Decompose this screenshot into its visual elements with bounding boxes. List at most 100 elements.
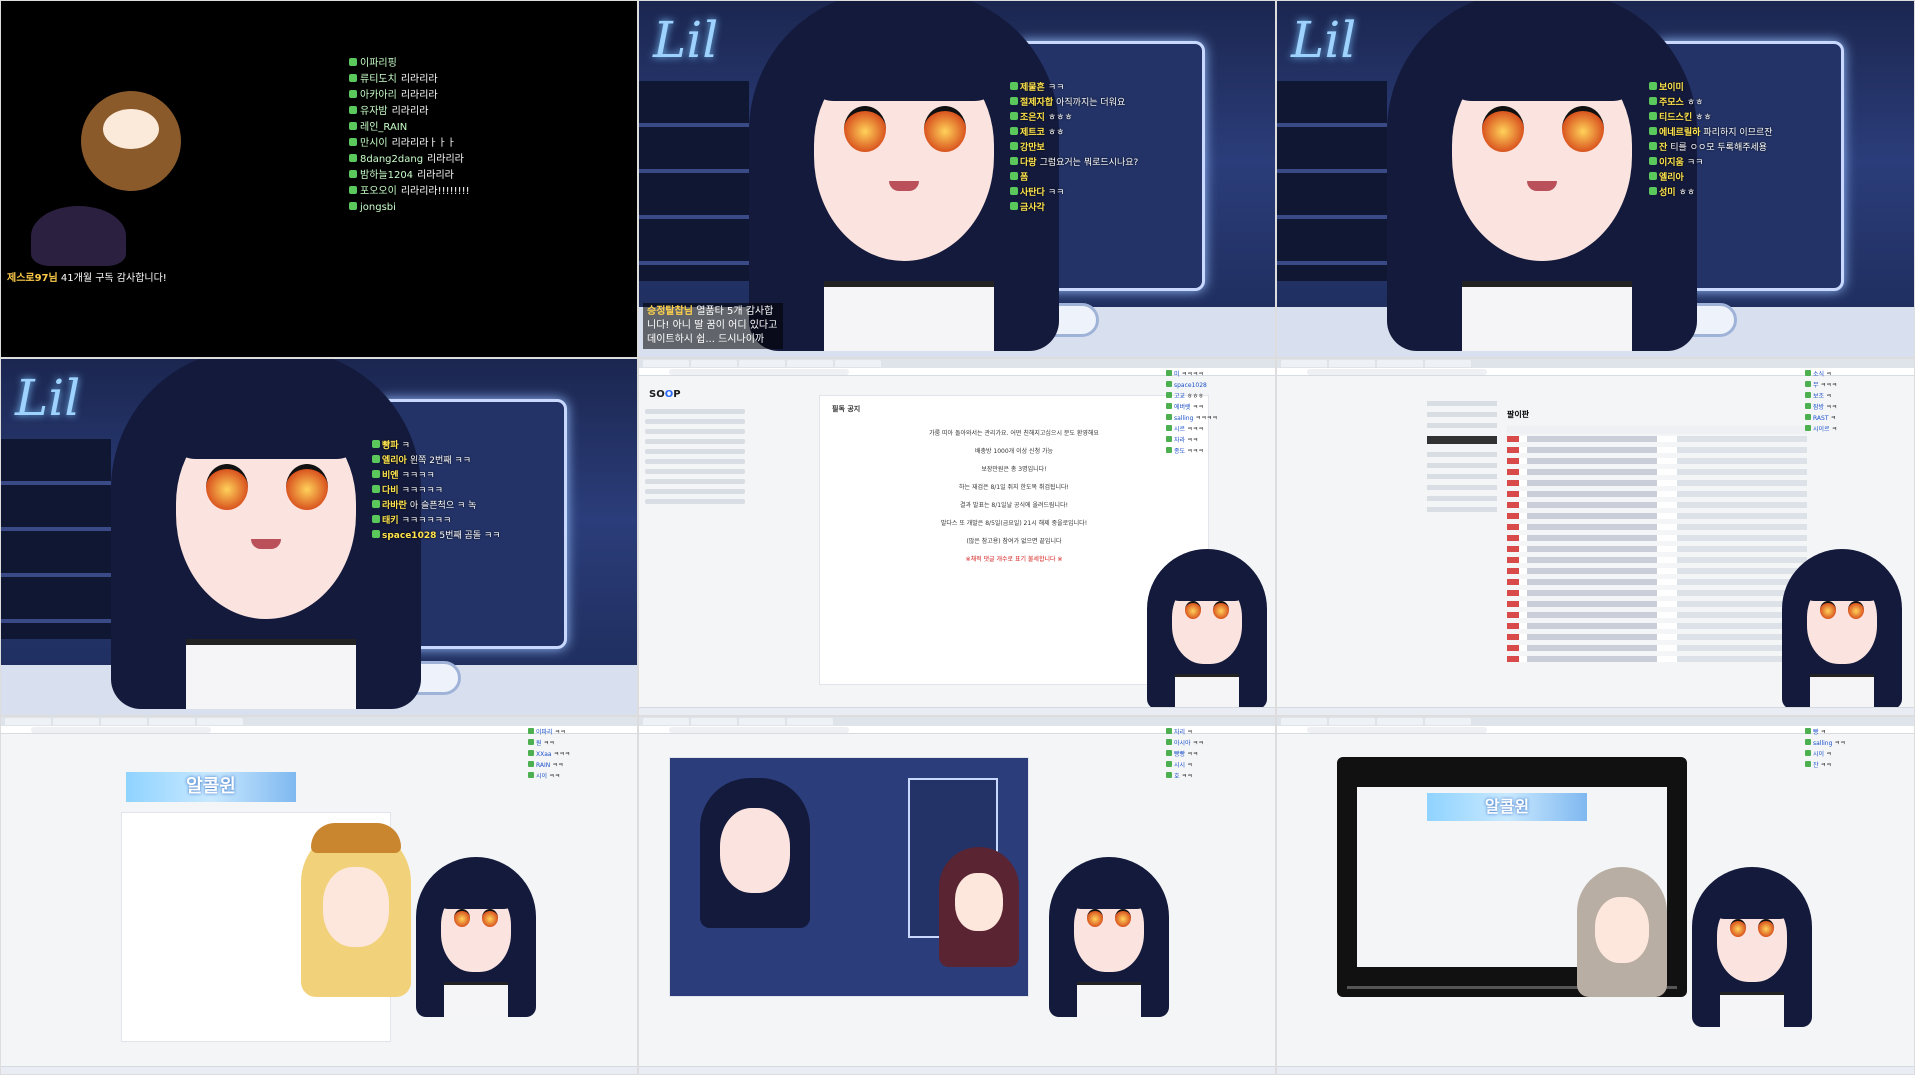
chat-text: ㅋㅋ [1834,740,1846,747]
chat-username[interactable]: 아카아리 [360,90,397,101]
chat-username[interactable]: 만시이 [360,138,388,149]
chat-username[interactable]: 태키 [382,516,399,526]
chat-message: 원 ㅋㅋ [528,738,633,749]
chat-username[interactable]: 포오오이 [360,186,397,197]
chat-username[interactable]: 주모스 [1659,98,1684,108]
chat-username[interactable]: 보이미 [1659,83,1684,93]
notice-line: 결과 발표는 8/1일날 공식에 올려드림니다! [959,502,1068,509]
chat-message: 류티도치 리라리라 [349,72,579,88]
chat-username[interactable]: 보조 [1813,393,1824,400]
chat-username[interactable]: 절제자합 [1020,98,1053,108]
chat-panel: 미 ㅋㅋㅋㅋ space1028 고교 ㅎㅎㅎ 에버렛 ㅋㅋ salling ㅋㅋㅋㅋ 시르 ㅋㅋㅋ… [1166,369,1271,457]
chat-username[interactable]: 자리 [1174,729,1185,736]
tile-8-browser-vod: 자리 ㅋ 아시아 ㅋㅋ 빵빵 ㅋㅋ 시시 ㅋ 호 ㅋㅋ [638,716,1276,1075]
chat-username[interactable]: 이지움 [1659,158,1684,168]
user-badge-icon [349,170,357,178]
chat-username[interactable]: 사탄다 [1020,188,1045,198]
chat-message: RAST ㅋ [1805,413,1910,424]
chat-username[interactable]: 엘리아 [1659,173,1684,183]
chat-username[interactable]: 시이 [1813,751,1824,758]
chat-text: ㅋ [1830,415,1837,422]
chat-message: 다랑 그럼요거는 뭐로드시나요? [1010,156,1180,171]
chat-username[interactable]: 무 [1813,382,1819,389]
chat-text: ㅋㅋㅋ [1187,426,1204,433]
chat-username[interactable]: 시르 [1174,426,1185,433]
chat-username[interactable]: 티드스킨 [1659,113,1692,123]
chat-text: ㅎㅎ [1695,113,1712,123]
user-badge-icon [528,728,534,734]
chat-username[interactable]: 이파리핑 [360,58,397,69]
browser-tabs[interactable] [639,359,1275,368]
chat-username[interactable]: 다랑 [1020,158,1037,168]
chat-text: ㅋㅋ [552,762,564,769]
chat-username[interactable]: 강만보 [1020,143,1045,153]
site-logo[interactable]: SOOP [649,389,681,400]
chat-text: ㅋㅋ [1047,83,1065,93]
chat-message: 엘리아 왼쪽 2번째 ㅋㅋ [372,454,542,469]
browser-tabs[interactable] [1277,359,1914,368]
chat-username[interactable]: 비엔 [382,471,399,481]
chat-username[interactable]: RAIN [536,762,550,769]
chat-username[interactable]: 제물흔 [1020,83,1045,93]
chat-username[interactable]: RAST [1813,415,1829,422]
chat-username[interactable]: 폼 [1020,173,1028,183]
chat-username[interactable]: salling [1813,740,1832,747]
chat-username[interactable]: 이파리 [536,729,553,736]
chat-text: ㅋ [1826,393,1832,400]
chat-username[interactable]: 아시아 [1174,740,1191,747]
chat-username[interactable]: 에버렛 [1174,404,1191,411]
browser-tabs[interactable] [1277,717,1914,726]
chat-username[interactable]: 호 [1174,773,1180,780]
chat-username[interactable]: salling [1174,415,1193,422]
chat-username[interactable]: 금사각 [1020,203,1045,213]
chat-text: ㅋㅋㅋ [1820,382,1838,389]
chat-username[interactable]: 레인_RAIN [360,122,407,133]
user-badge-icon [1166,381,1172,387]
chat-username[interactable]: jongsbi [360,202,396,213]
chat-message: 빵파 ㅋ [372,439,542,454]
chat-username[interactable]: 잔 [1659,143,1667,153]
chat-username[interactable]: 다비 [382,486,399,496]
chat-username[interactable]: XXaa [536,751,552,758]
chat-username[interactable]: 잠방 [1813,404,1824,411]
chat-username[interactable]: 유자밤 [360,106,388,117]
chat-message: 밤하늘1204 리라리라 [349,168,579,184]
chat-username[interactable]: 고교 [1174,393,1185,400]
user-badge-icon [1166,370,1172,376]
chat-message: 조은지 ㅎㅎㅎ [1010,111,1180,126]
chat-text: 리라리라 [427,154,464,165]
notice-line: (많은 참고용) 참여가 없으면 끝입니다 [966,538,1062,545]
chat-username[interactable]: 8dang2dang [360,154,423,165]
chat-username[interactable]: space1028 [1174,382,1207,389]
chat-username[interactable]: 류티도치 [360,74,397,85]
chat-username[interactable]: 원 [536,740,542,747]
chat-username[interactable]: 빵 [1813,729,1819,736]
chat-username[interactable]: 종도 [1174,448,1185,455]
user-badge-icon [1805,761,1811,767]
user-badge-icon [1649,112,1657,120]
chat-username[interactable]: 조은지 [1020,113,1045,123]
chat-username[interactable]: 성미 [1659,188,1676,198]
chat-username[interactable]: 자라 [1174,437,1185,444]
chat-username[interactable]: 빵빵 [1174,751,1185,758]
chat-username[interactable]: 제트코 [1020,128,1045,138]
chat-username[interactable]: 밤하늘1204 [360,170,413,181]
chat-username[interactable]: 라바란 [382,501,407,511]
chat-username[interactable]: 시이르 [1813,426,1830,433]
chat-username[interactable]: 시시 [1174,762,1185,769]
join-button[interactable] [1427,436,1497,444]
taskbar [1277,1066,1914,1074]
chat-text: ㅋ [1820,729,1827,736]
chat-username[interactable]: 에네르릴하 [1659,128,1700,138]
browser-tabs[interactable] [639,717,1275,726]
chat-username[interactable]: 시이 [536,773,547,780]
chat-username[interactable]: 소식 [1813,371,1824,378]
chat-username[interactable]: space1028 [382,531,436,541]
chat-message: 시르 ㅋㅋㅋ [1166,424,1271,435]
chat-username[interactable]: 빵파 [382,441,399,451]
chat-username[interactable]: 엘리아 [382,456,407,466]
chat-username[interactable]: 잔 [1813,762,1819,769]
browser-tabs[interactable] [1,717,637,726]
vtuber-avatar-small [1782,549,1902,709]
chat-username[interactable]: 미 [1174,371,1180,378]
